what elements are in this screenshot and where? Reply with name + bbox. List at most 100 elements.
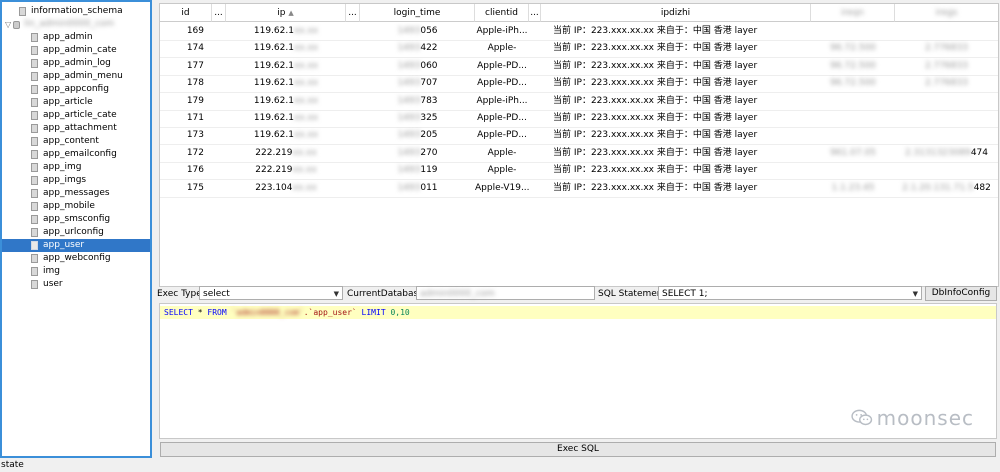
sidebar-item-app-appconfig[interactable]: app_appconfig	[2, 83, 150, 96]
cell-ipdizhi[interactable]: 当前 IP：223.xxx.xx.xx 来自于：中国 香港 layer	[553, 40, 811, 57]
sidebar-item-app-admin-log[interactable]: app_admin_log	[2, 57, 150, 70]
cell-login-time[interactable]: 1493060	[360, 58, 475, 75]
cell-clientid[interactable]: Apple-PD...	[475, 127, 529, 144]
cell-login-time[interactable]: 1493205	[360, 127, 475, 144]
cell-extra-2[interactable]	[895, 127, 998, 144]
sidebar-item-app-article-cate[interactable]: app_article_cate	[2, 109, 150, 122]
cell-extra-2[interactable]: 2.3131323089474	[895, 145, 998, 162]
cell-login-time[interactable]: 1493422	[360, 40, 475, 57]
cell-login-time[interactable]: 1493325	[360, 110, 475, 127]
sidebar-item-app-img[interactable]: app_img	[2, 161, 150, 174]
cell-extra-1[interactable]	[811, 23, 895, 40]
cell-extra-2[interactable]: 2.776833	[895, 58, 998, 75]
column-header-ipdizhi[interactable]: ipdizhi	[541, 4, 811, 22]
current-database-field[interactable]: admin0000_com	[416, 286, 595, 300]
cell-login-time[interactable]: 1493270	[360, 145, 475, 162]
sidebar-item-app-webconfig[interactable]: app_webconfig	[2, 252, 150, 265]
cell-login-time[interactable]: 1493011	[360, 180, 475, 197]
cell-clientid[interactable]: Apple-V19...	[475, 180, 529, 197]
results-grid[interactable]: id ... ip ▲ ... login_time clientid ... …	[159, 3, 999, 287]
sidebar-item-app-imgs[interactable]: app_imgs	[2, 174, 150, 187]
cell-ip[interactable]: 119.62.1xx.xx	[226, 40, 346, 57]
cell-ip[interactable]: 119.62.1xx.xx	[226, 23, 346, 40]
cell-id[interactable]: 169	[164, 23, 204, 40]
cell-clientid[interactable]: Apple-PD...	[475, 110, 529, 127]
collapse-icon[interactable]: ▽	[5, 20, 11, 29]
cell-id[interactable]: 176	[164, 162, 204, 179]
cell-ipdizhi[interactable]: 当前 IP：223.xxx.xx.xx 来自于：中国 香港 layer	[553, 110, 811, 127]
cell-extra-2[interactable]	[895, 23, 998, 40]
cell-ipdizhi[interactable]: 当前 IP：223.xxx.xx.xx 来自于：中国 香港 layer	[553, 127, 811, 144]
dbinfo-config-button[interactable]: DbInfoConfig	[925, 286, 997, 301]
sidebar-item-app-smsconfig[interactable]: app_smsconfig	[2, 213, 150, 226]
cell-extra-2[interactable]: 2.776833	[895, 40, 998, 57]
cell-id[interactable]: 172	[164, 145, 204, 162]
cell-extra-1[interactable]	[811, 127, 895, 144]
sidebar-item-lin-admin0000-com[interactable]: ▽ lin_admin0000_com	[5, 18, 114, 31]
cell-extra-1[interactable]: 961.07.05	[811, 145, 895, 162]
cell-extra-1[interactable]	[811, 162, 895, 179]
column-header-ellipsis-1[interactable]: ...	[212, 4, 226, 22]
sidebar-item-app-admin-cate[interactable]: app_admin_cate	[2, 44, 150, 57]
cell-clientid[interactable]: Apple-	[475, 40, 529, 57]
sidebar-item-user[interactable]: user	[2, 278, 150, 291]
cell-clientid[interactable]: Apple-PD...	[475, 58, 529, 75]
sidebar-item-app-attachment[interactable]: app_attachment	[2, 122, 150, 135]
cell-clientid[interactable]: Apple-iPh...	[475, 93, 529, 110]
cell-extra-2[interactable]: 2.776833	[895, 75, 998, 92]
sidebar-item-app-messages[interactable]: app_messages	[2, 187, 150, 200]
cell-ipdizhi[interactable]: 当前 IP：223.xxx.xx.xx 来自于：中国 香港 layer	[553, 145, 811, 162]
cell-ip[interactable]: 119.62.1xx.xx	[226, 127, 346, 144]
sql-line[interactable]: SELECT * FROM `admin0000_com`.`app_user`…	[160, 306, 996, 319]
sidebar-item-information-schema[interactable]: information_schema	[19, 5, 123, 18]
column-header-ip[interactable]: ip ▲	[226, 4, 346, 22]
column-header-extra-2[interactable]: iregs	[895, 4, 998, 22]
cell-id[interactable]: 175	[164, 180, 204, 197]
cell-extra-2[interactable]	[895, 110, 998, 127]
column-header-ellipsis-2[interactable]: ...	[346, 4, 360, 22]
column-header-clientid[interactable]: clientid	[475, 4, 529, 22]
cell-extra-2[interactable]	[895, 162, 998, 179]
cell-extra-1[interactable]	[811, 110, 895, 127]
sidebar-item-app-admin[interactable]: app_admin	[2, 31, 150, 44]
cell-login-time[interactable]: 1493783	[360, 93, 475, 110]
cell-extra-1[interactable]	[811, 93, 895, 110]
sidebar-item-app-urlconfig[interactable]: app_urlconfig	[2, 226, 150, 239]
cell-clientid[interactable]: Apple-	[475, 162, 529, 179]
cell-ip[interactable]: 119.62.1xx.xx	[226, 75, 346, 92]
sidebar-item-img[interactable]: img	[2, 265, 150, 278]
cell-id[interactable]: 173	[164, 127, 204, 144]
sidebar-item-app-content[interactable]: app_content	[2, 135, 150, 148]
cell-extra-1[interactable]: 96.72.500	[811, 40, 895, 57]
cell-ip[interactable]: 222.219xx.xx	[226, 145, 346, 162]
cell-login-time[interactable]: 1493707	[360, 75, 475, 92]
sidebar-item-app-emailconfig[interactable]: app_emailconfig	[2, 148, 150, 161]
cell-clientid[interactable]: Apple-PD...	[475, 75, 529, 92]
sidebar-item-app-user[interactable]: app_user	[2, 239, 150, 252]
sidebar-item-app-admin-menu[interactable]: app_admin_menu	[2, 70, 150, 83]
cell-ip[interactable]: 119.62.1xx.xx	[226, 58, 346, 75]
cell-ip[interactable]: 119.62.1xx.xx	[226, 110, 346, 127]
cell-extra-2[interactable]: 2.1.20.131.71.5482	[895, 180, 998, 197]
database-tree[interactable]: information_schema ▽ lin_admin0000_com app_…	[0, 0, 152, 458]
cell-extra-1[interactable]: 96.72.500	[811, 58, 895, 75]
exec-sql-button[interactable]: Exec SQL	[160, 442, 996, 457]
cell-id[interactable]: 177	[164, 58, 204, 75]
exec-type-select[interactable]: select ▼	[199, 286, 343, 300]
cell-clientid[interactable]: Apple-iPh...	[475, 23, 529, 40]
column-header-extra-1[interactable]: ireqn	[811, 4, 895, 22]
sidebar-item-app-mobile[interactable]: app_mobile	[2, 200, 150, 213]
cell-ipdizhi[interactable]: 当前 IP：223.xxx.xx.xx 来自于：中国 香港 layer	[553, 58, 811, 75]
cell-ip[interactable]: 222.219xx.xx	[226, 162, 346, 179]
column-header-login-time[interactable]: login_time	[360, 4, 475, 22]
cell-id[interactable]: 179	[164, 93, 204, 110]
column-header-id[interactable]: id	[160, 4, 212, 22]
cell-ipdizhi[interactable]: 当前 IP：223.xxx.xx.xx 来自于：中国 香港 layer	[553, 180, 811, 197]
column-header-ellipsis-3[interactable]: ...	[529, 4, 541, 22]
sidebar-item-app-article[interactable]: app_article	[2, 96, 150, 109]
cell-extra-2[interactable]	[895, 93, 998, 110]
cell-ipdizhi[interactable]: 当前 IP：223.xxx.xx.xx 来自于：中国 香港 layer	[553, 162, 811, 179]
cell-id[interactable]: 174	[164, 40, 204, 57]
cell-ipdizhi[interactable]: 当前 IP：223.xxx.xx.xx 来自于：中国 香港 layer	[553, 75, 811, 92]
cell-ip[interactable]: 223.104xx.xx	[226, 180, 346, 197]
